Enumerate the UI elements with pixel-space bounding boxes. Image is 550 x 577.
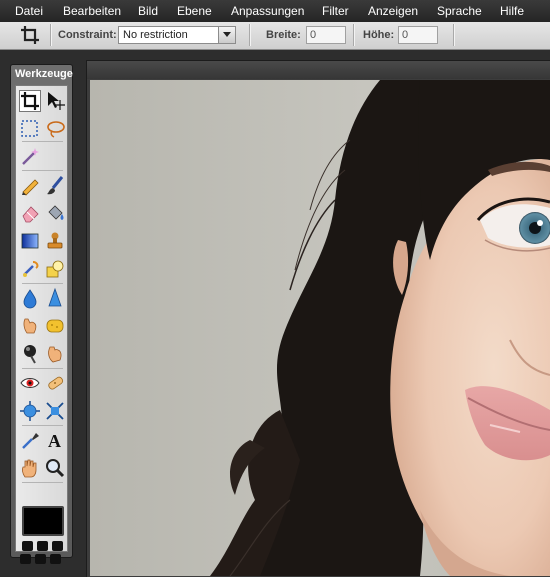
toolbar-divider — [453, 24, 455, 46]
tools-divider — [22, 368, 63, 369]
tools-divider — [22, 482, 63, 483]
pinch-icon[interactable] — [44, 400, 66, 422]
menu-sprache[interactable]: Sprache — [437, 4, 482, 18]
brush-icon[interactable] — [44, 174, 66, 196]
color-preset[interactable] — [20, 554, 31, 564]
sponge-icon[interactable] — [44, 315, 66, 337]
tool-options-bar: Constraint: No restriction Breite: 0 Höh… — [0, 22, 550, 50]
tools-divider — [22, 170, 63, 171]
toolbar-divider — [249, 24, 251, 46]
dropdown-arrow[interactable] — [218, 27, 235, 43]
dodge-icon[interactable] — [44, 343, 66, 365]
constraint-label: Constraint: — [58, 29, 117, 41]
image-canvas[interactable] — [90, 80, 550, 576]
constraint-value: No restriction — [123, 29, 188, 41]
sharpen-icon[interactable] — [44, 287, 66, 309]
text-icon[interactable]: A — [44, 429, 66, 451]
color-preset[interactable] — [35, 554, 46, 564]
menu-datei[interactable]: Datei — [15, 4, 43, 18]
color-preset[interactable] — [50, 554, 61, 564]
blur-icon[interactable] — [19, 287, 41, 309]
pencil-icon[interactable] — [19, 174, 41, 196]
image-window-titlebar[interactable] — [87, 61, 550, 79]
menu-bearbeiten[interactable]: Bearbeiten — [63, 4, 121, 18]
menu-ebene[interactable]: Ebene — [177, 4, 212, 18]
menu-filter[interactable]: Filter — [322, 4, 349, 18]
crop-icon[interactable] — [19, 90, 41, 112]
toolbar-divider — [50, 24, 52, 46]
bloat-icon[interactable] — [19, 400, 41, 422]
color-preset[interactable] — [52, 541, 63, 551]
menu-anzeigen[interactable]: Anzeigen — [368, 4, 418, 18]
portrait-photo — [90, 80, 550, 576]
tools-divider — [22, 283, 63, 284]
eraser-icon[interactable] — [19, 202, 41, 224]
constraint-select[interactable]: No restriction — [118, 26, 236, 44]
clone-stamp-icon[interactable] — [44, 230, 66, 252]
smudge-icon[interactable] — [19, 315, 41, 337]
color-picker-icon[interactable] — [19, 429, 41, 451]
tools-divider — [22, 141, 63, 142]
burn-icon[interactable] — [19, 343, 41, 365]
width-input[interactable]: 0 — [306, 26, 346, 44]
menu-anpassungen[interactable]: Anpassungen — [231, 4, 304, 18]
drawing-shape-icon[interactable] — [44, 258, 66, 280]
tools-grid: A — [15, 85, 68, 552]
svg-text:A: A — [48, 431, 61, 451]
gradient-icon[interactable] — [19, 230, 41, 252]
zoom-icon[interactable] — [44, 457, 66, 479]
color-preset[interactable] — [37, 541, 48, 551]
crop-icon — [21, 26, 39, 44]
toolbar-divider — [353, 24, 355, 46]
menubar: Datei Bearbeiten Bild Ebene Anpassungen … — [0, 0, 550, 22]
tools-panel[interactable]: Werkzeuge A — [10, 64, 73, 564]
tools-panel-title: Werkzeuge — [15, 68, 73, 80]
chevron-down-icon — [223, 32, 231, 37]
hand-icon[interactable] — [19, 457, 41, 479]
red-eye-icon[interactable] — [19, 372, 41, 394]
paint-bucket-icon[interactable] — [44, 202, 66, 224]
spot-heal-icon[interactable] — [44, 372, 66, 394]
width-label: Breite: — [266, 29, 301, 41]
height-label: Höhe: — [363, 29, 395, 41]
move-icon[interactable] — [44, 90, 66, 112]
primary-color-swatch[interactable] — [22, 506, 64, 536]
menu-bild[interactable]: Bild — [138, 4, 158, 18]
marquee-select-icon[interactable] — [19, 118, 41, 140]
tools-divider — [22, 425, 63, 426]
lasso-icon[interactable] — [44, 118, 66, 140]
height-input[interactable]: 0 — [398, 26, 438, 44]
magic-wand-icon[interactable] — [19, 145, 41, 167]
color-preset[interactable] — [22, 541, 33, 551]
color-replace-icon[interactable] — [19, 258, 41, 280]
menu-hilfe[interactable]: Hilfe — [500, 4, 524, 18]
